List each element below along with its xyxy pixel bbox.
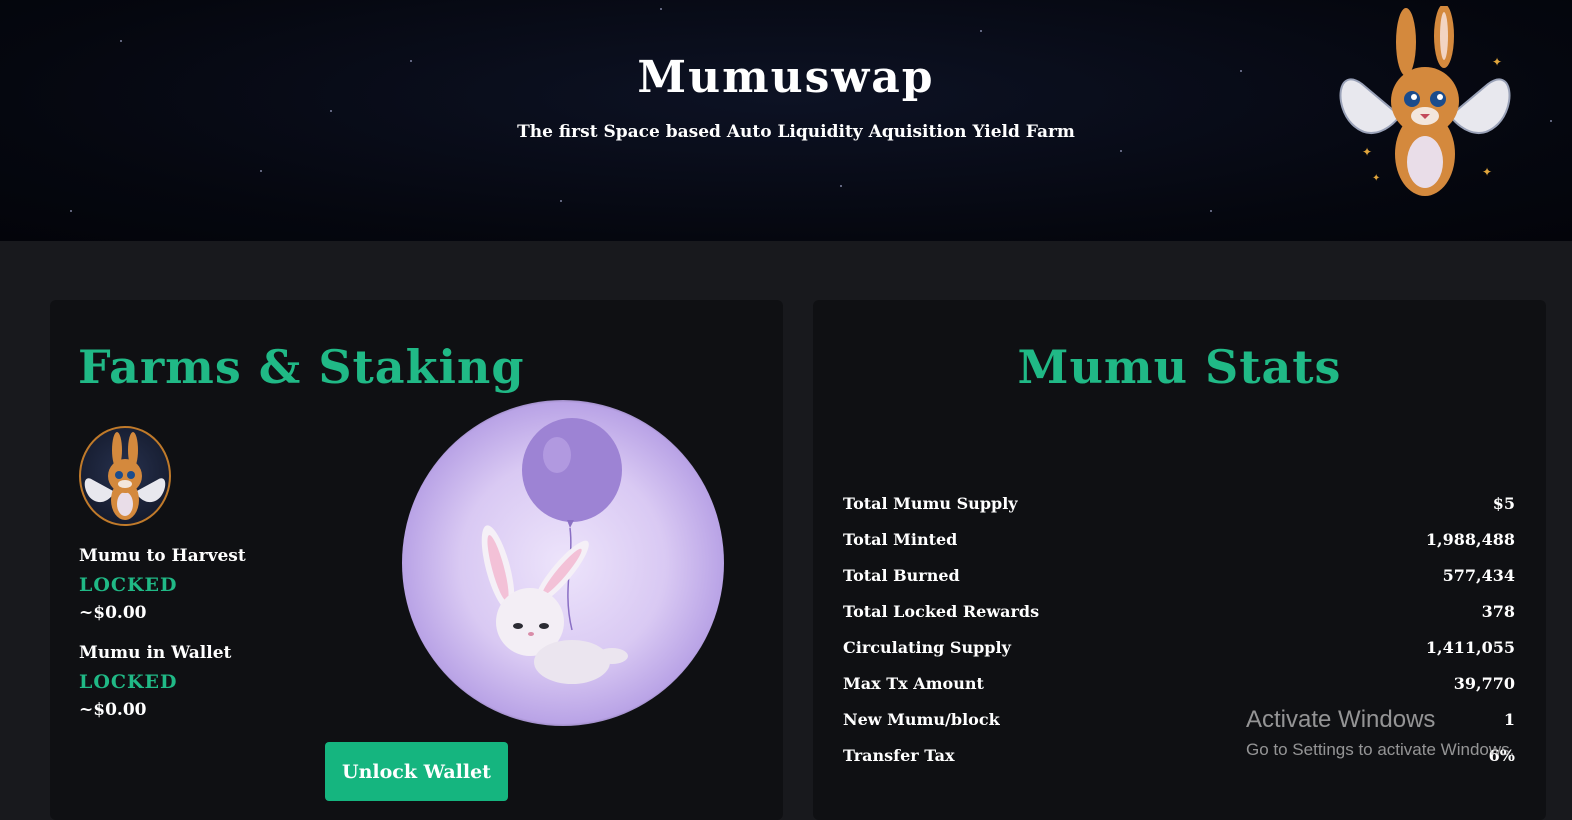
unlock-wallet-button[interactable]: Unlock Wallet (325, 742, 508, 801)
balloon-bunny-icon (481, 418, 628, 684)
harvest-usd-value: ~$0.00 (79, 603, 147, 623)
bunny-avatar-icon (84, 432, 166, 520)
stats-row-label: Total Mumu Supply (843, 493, 1018, 513)
stats-row-value: 1,411,055 (1425, 637, 1515, 657)
balloon-bunny-illustration (402, 400, 724, 726)
stats-row: Total Locked Rewards 378 (843, 593, 1515, 629)
harvest-label: Mumu to Harvest (79, 546, 246, 566)
stats-row-label: Total Locked Rewards (843, 601, 1040, 621)
stats-row: Total Burned 577,434 (843, 557, 1515, 593)
stats-row-label: Transfer Tax (843, 745, 955, 765)
wallet-status: LOCKED (79, 671, 178, 693)
stats-row: Total Minted 1,988,488 (843, 521, 1515, 557)
stats-row-value: 378 (1481, 601, 1515, 621)
stats-row-value: 577,434 (1442, 565, 1515, 585)
activate-windows-watermark: Activate Windows Go to Settings to activ… (1246, 706, 1514, 760)
watermark-subtitle: Go to Settings to activate Windows. (1246, 740, 1515, 759)
mascot-bunny-icon: ✦ ✦ ✦ ✦ (1339, 6, 1511, 196)
stats-row: Max Tx Amount 39,770 (843, 665, 1515, 701)
harvest-status: LOCKED (79, 574, 178, 596)
watermark-title: Activate Windows (1246, 706, 1436, 733)
mumu-token-avatar (79, 426, 171, 526)
stats-row-label: Circulating Supply (843, 637, 1011, 657)
svg-text:✦: ✦ (1372, 173, 1380, 184)
stats-row-label: Max Tx Amount (843, 673, 984, 693)
stats-row-label: Total Minted (843, 529, 958, 549)
farms-title: Farms & Staking (78, 340, 525, 394)
stats-row-value: $5 (1492, 493, 1515, 513)
stats-row: Circulating Supply 1,411,055 (843, 629, 1515, 665)
stats-row-value: 39,770 (1453, 673, 1515, 693)
wallet-usd-value: ~$0.00 (79, 700, 147, 720)
wallet-label: Mumu in Wallet (79, 643, 232, 663)
hero-banner: Mumuswap The first Space based Auto Liqu… (0, 0, 1572, 241)
svg-text:✦: ✦ (1492, 55, 1502, 69)
farms-card: Farms & Staking Mumu to Harvest LOCKED ~… (50, 300, 783, 820)
svg-text:✦: ✦ (1362, 145, 1372, 159)
stats-row-value: 1,988,488 (1425, 529, 1515, 549)
stats-row: Total Mumu Supply $5 (843, 485, 1515, 521)
svg-text:✦: ✦ (1482, 165, 1492, 179)
stats-row-label: Total Burned (843, 565, 960, 585)
stats-title: Mumu Stats (1017, 340, 1342, 394)
stats-row-label: New Mumu/block (843, 709, 1000, 729)
